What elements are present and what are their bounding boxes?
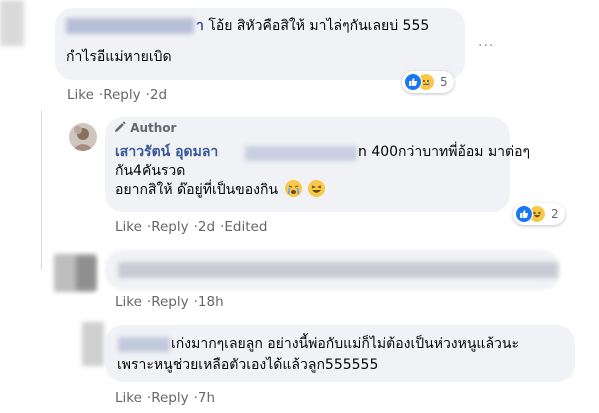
thread-line <box>41 110 42 270</box>
reply-button[interactable]: Reply <box>151 219 188 235</box>
comment-actions: Like ·Reply ·2d <box>67 87 168 103</box>
author-reply-text2: กัน4คันรวด <box>115 163 186 179</box>
tagged-name-blurred[interactable] <box>245 146 357 161</box>
crying-emoji-icon <box>284 180 302 197</box>
reply-button[interactable]: Reply <box>151 390 188 406</box>
edited-label[interactable]: Edited <box>224 219 267 235</box>
author-reply-text3: อยากสิให้ ด๊อยู่ที่เป็นของกิน <box>115 180 325 200</box>
reply-avatar-blurred[interactable] <box>82 322 104 366</box>
like-button[interactable]: Like <box>115 390 142 406</box>
commenter-name-blurred[interactable] <box>66 18 194 34</box>
commenter-name-suffix[interactable]: า <box>196 18 204 34</box>
like-button[interactable]: Like <box>115 294 142 310</box>
reply-timestamp[interactable]: 7h <box>198 390 215 406</box>
reply-avatar-blurred-dark <box>76 256 96 290</box>
blurred-reply-actions: Like ·Reply ·18h <box>115 294 224 310</box>
author-reply-actions: Like ·Reply ·2d ·Edited <box>115 219 268 235</box>
author-reply-text1: n 400กว่าบาทพี่อ้อม มาต่อๆ <box>358 144 531 160</box>
reaction-count: 5 <box>440 75 448 89</box>
reply-actions: Like ·Reply ·7h <box>115 390 216 406</box>
like-reaction-icon <box>515 205 533 223</box>
reply-timestamp[interactable]: 18h <box>198 294 224 310</box>
author-badge-label: Author <box>130 121 177 135</box>
reply-text-line2: เพราะหนูช่วยเหลือตัวเองได้แล้วลูก555555 <box>117 357 379 373</box>
reply-button[interactable]: Reply <box>103 87 140 103</box>
author-name[interactable]: เสาวรัตน์ อุดมลา <box>115 144 218 160</box>
reaction-count: 2 <box>551 207 559 221</box>
blurred-reply-content <box>118 262 558 278</box>
reply-button[interactable]: Reply <box>151 294 188 310</box>
comment-text-line1: า โอ้ย สิหัวคือสิให้ มาไล่ๆกันเลยบ่ 555 <box>196 16 429 36</box>
author-avatar[interactable] <box>69 123 97 151</box>
author-reply-text3-content: อยากสิให้ ด๊อยู่ที่เป็นของกิน <box>115 182 279 198</box>
more-options-icon[interactable]: ··· <box>478 38 494 54</box>
author-badge: Author <box>113 121 176 137</box>
replier-name-blurred[interactable] <box>118 337 170 352</box>
comment-text-line2: กำไรอีแม่หายเบิด <box>66 49 172 65</box>
author-reply-reactions[interactable]: 2 <box>513 203 565 225</box>
comment-timestamp[interactable]: 2d <box>150 87 167 103</box>
reply-text-line1: เก่งมากๆเลยลูก อย่างนี้พ่อกับแม่ก็ไม่ต้อ… <box>171 336 519 352</box>
commenter-avatar-blurred[interactable] <box>0 0 24 46</box>
like-button[interactable]: Like <box>67 87 94 103</box>
comment-text: โอ้ย สิหัวคือสิให้ มาไล่ๆกันเลยบ่ 555 <box>208 18 430 34</box>
like-reaction-icon <box>404 73 422 91</box>
comment-reactions[interactable]: 5 <box>402 71 454 93</box>
pencil-icon <box>113 121 126 137</box>
author-reply-line1: เสาวรัตน์ อุดมลา <box>115 142 218 162</box>
laughing-emoji-icon <box>307 180 325 197</box>
reply-timestamp[interactable]: 2d <box>198 219 215 235</box>
like-button[interactable]: Like <box>115 219 142 235</box>
